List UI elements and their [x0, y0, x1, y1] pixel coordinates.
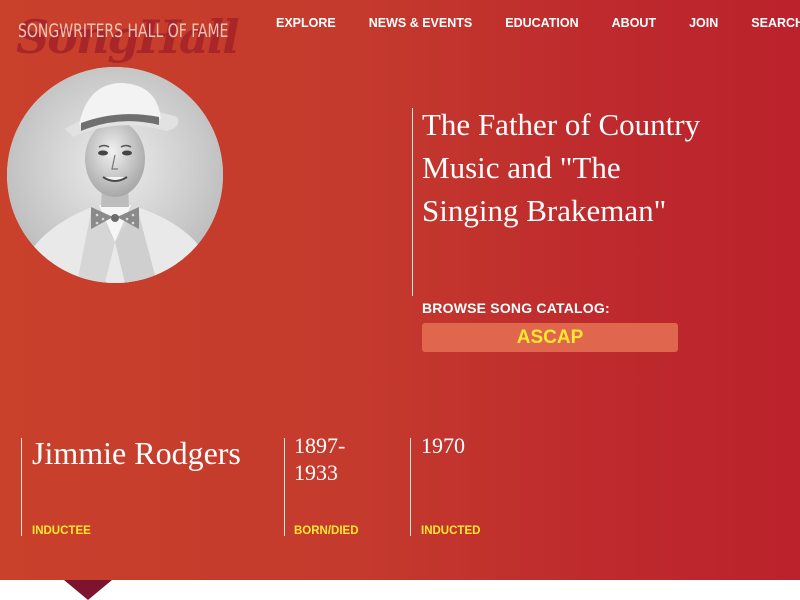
- main-nav: EXPLORE NEWS & EVENTS EDUCATION ABOUT JO…: [276, 15, 800, 31]
- nav-join[interactable]: JOIN: [689, 15, 718, 31]
- name-divider: [21, 438, 22, 536]
- nav-search-label: SEARCH: [751, 16, 800, 30]
- browse-catalog-label: BROWSE SONG CATALOG:: [422, 300, 610, 316]
- tagline-divider: [412, 108, 413, 296]
- nav-about[interactable]: ABOUT: [612, 15, 656, 31]
- portrait-illustration: [7, 67, 223, 283]
- section-pointer: [64, 580, 112, 600]
- hero-section: SongHall SONGWRITERS HALL OF FAME EXPLOR…: [0, 0, 800, 580]
- site-logo[interactable]: SongHall SONGWRITERS HALL OF FAME: [16, 8, 240, 66]
- nav-explore[interactable]: EXPLORE: [276, 15, 336, 31]
- born-died-caption: BORN/DIED: [294, 525, 359, 537]
- nav-news-events[interactable]: NEWS & EVENTS: [369, 15, 473, 31]
- born-died-divider: [284, 438, 285, 536]
- tagline: The Father of Country Music and "The Sin…: [422, 107, 701, 228]
- nav-education[interactable]: EDUCATION: [505, 15, 578, 31]
- inducted-caption: INDUCTED: [421, 525, 481, 537]
- born-died-years: 1897-1933: [294, 433, 346, 485]
- inducted-year: 1970: [421, 433, 465, 458]
- logo-text: SONGWRITERS HALL OF FAME: [18, 20, 229, 42]
- nav-search[interactable]: SEARCH: [751, 15, 800, 31]
- ascap-button[interactable]: ASCAP: [422, 323, 678, 352]
- inductee-name: Jimmie Rodgers: [32, 435, 241, 471]
- portrait-photo: [7, 67, 223, 283]
- inducted-divider: [410, 438, 411, 536]
- inductee-caption: INDUCTEE: [32, 525, 91, 537]
